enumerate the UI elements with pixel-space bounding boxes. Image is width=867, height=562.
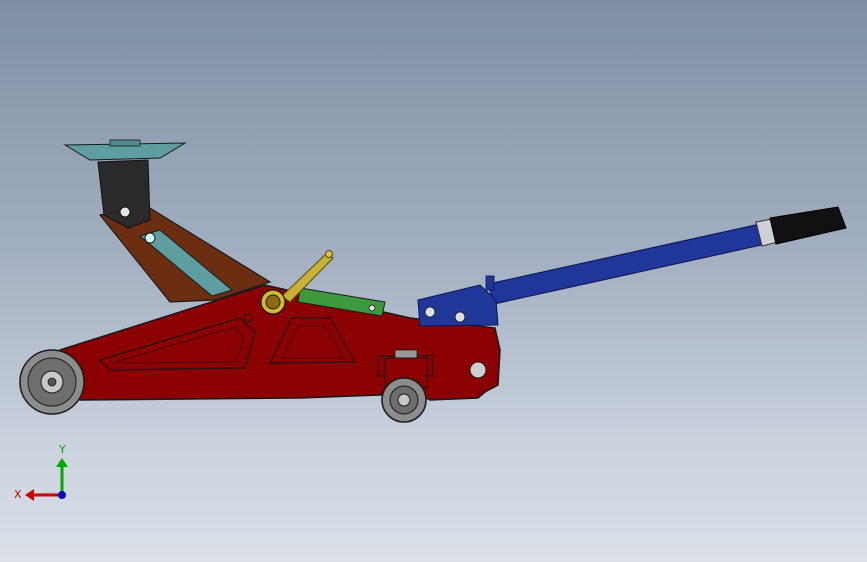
x-axis-arrow-icon <box>25 489 34 501</box>
saddle-plate[interactable] <box>63 139 187 161</box>
x-axis-label: X <box>14 488 22 501</box>
z-axis-dot-icon <box>58 491 66 499</box>
rear-caster[interactable] <box>381 349 428 423</box>
y-axis-arrow-icon <box>56 458 68 467</box>
y-axis-label: Y <box>58 443 66 456</box>
handle-socket[interactable] <box>417 275 499 327</box>
jack-handle[interactable] <box>487 206 847 305</box>
pivot-bolt[interactable] <box>260 289 286 315</box>
floor-jack-model[interactable] <box>0 0 867 562</box>
axis-triad: Y X <box>14 443 68 501</box>
cad-viewport[interactable]: Y X <box>0 0 867 562</box>
front-wheel[interactable] <box>19 349 85 415</box>
